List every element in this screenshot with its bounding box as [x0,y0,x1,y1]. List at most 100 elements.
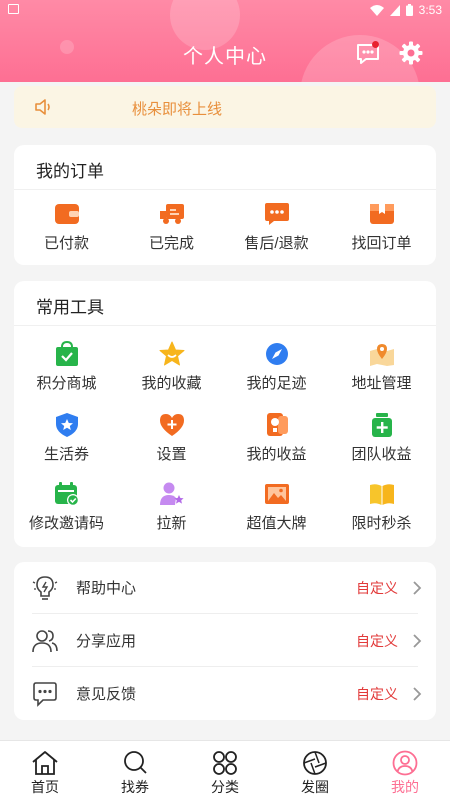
compass-icon [265,343,288,365]
tab-moments[interactable]: 发圈 [270,741,360,800]
shield-star-icon [55,413,78,437]
menu-help-center[interactable]: 帮助中心 自定义 [14,562,436,614]
aperture-icon [303,751,327,775]
tab-label: 我的 [391,779,419,795]
user-icon [392,750,418,776]
wallet-icon [54,204,79,224]
search-icon [124,751,147,774]
page-title: 个人中心 [183,46,267,68]
jar-plus-icon [371,413,392,437]
menu-feedback[interactable]: 意见反馈 自定义 [14,668,436,720]
tab-categories[interactable]: 分类 [180,741,270,800]
battery-icon [405,4,413,16]
tool-label: 拉新 [156,515,187,532]
tool-label: 设置 [156,446,187,463]
menu-label: 意见反馈 [76,686,137,703]
menu-value: 自定义 [356,686,398,702]
tab-mine[interactable]: 我的 [360,741,450,800]
order-after-sale[interactable]: 售后/退款 [224,201,329,253]
order-completed[interactable]: 已完成 [119,201,224,253]
divider [14,325,436,326]
tool-settings[interactable]: 设置 [119,412,224,464]
menu-label: 分享应用 [76,633,137,650]
map-pin-icon [369,344,394,366]
divider [14,189,436,190]
tool-label: 我的收藏 [141,375,202,392]
order-label: 售后/退款 [244,235,309,252]
status-bar: 3:53 [0,0,450,20]
tool-edit-invite-code[interactable]: 修改邀请码 [14,481,119,533]
chevron-right-icon [413,581,422,595]
tool-label: 团队收益 [351,446,412,463]
tool-label: 我的足迹 [246,375,307,392]
tools-card: 常用工具 积分商城 我的收藏 我的足迹 地址管理 生活券 设置 我的收益 团队收… [14,281,436,547]
tool-label: 超值大牌 [246,515,307,532]
divider [32,613,418,614]
order-label: 找回订单 [351,235,412,252]
tool-life-coupon[interactable]: 生活券 [14,412,119,464]
tool-my-earnings[interactable]: 我的收益 [224,412,329,464]
speaker-icon [35,99,50,115]
orders-title: 我的订单 [36,162,104,181]
box-icon [369,204,394,224]
tab-label: 找券 [121,779,149,795]
tool-label: 修改邀请码 [28,515,104,532]
heart-plus-icon [159,414,184,436]
home-icon [32,751,58,775]
order-paid[interactable]: 已付款 [14,201,119,253]
calendar-check-icon [54,482,79,506]
tool-points-mall[interactable]: 积分商城 [14,341,119,393]
category-icon [213,751,237,775]
menu-label: 帮助中心 [76,580,137,597]
order-label: 已付款 [43,235,89,252]
menu-share-app[interactable]: 分享应用 自定义 [14,615,436,667]
truck-icon [159,204,184,224]
status-time: 3:53 [418,3,442,17]
tab-label: 首页 [31,779,59,795]
tab-bar: 首页 找券 分类 发圈 我的 [0,740,450,800]
chat-dots-icon [264,203,289,225]
tab-find-coupons[interactable]: 找券 [90,741,180,800]
tool-label: 积分商城 [36,375,97,392]
menu-value: 自定义 [356,633,398,649]
picture-icon [264,484,289,504]
tool-invite-new[interactable]: 拉新 [119,481,224,533]
tab-home[interactable]: 首页 [0,741,90,800]
tool-label: 地址管理 [351,375,412,392]
divider [32,666,418,667]
gear-icon[interactable] [398,40,424,66]
coin-card-icon [266,413,288,436]
tab-label: 发圈 [301,779,329,795]
menu-list: 帮助中心 自定义 分享应用 自定义 意见反馈 自定义 [14,562,436,720]
feedback-icon [33,682,57,707]
menu-value: 自定义 [356,580,398,596]
book-icon [369,484,394,505]
tool-team-earnings[interactable]: 团队收益 [329,412,434,464]
header: 3:53 个人中心 [0,0,450,82]
notice-bar[interactable]: 桃朵即将上线 [14,86,436,128]
tools-title: 常用工具 [36,298,104,317]
wifi-icon [369,4,384,16]
orders-card: 我的订单 已付款 已完成 售后/退款 找回订单 [14,145,436,265]
tool-footprints[interactable]: 我的足迹 [224,341,329,393]
tool-favorites[interactable]: 我的收藏 [119,341,224,393]
people-icon [32,630,58,653]
user-star-icon [159,482,184,505]
chevron-right-icon [413,687,422,701]
star-icon [159,341,184,366]
order-label: 已完成 [148,235,194,252]
chevron-right-icon [413,634,422,648]
signal-icon [389,4,400,16]
tool-label: 限时秒杀 [351,515,412,532]
tool-address[interactable]: 地址管理 [329,341,434,393]
image-notification-icon [8,4,19,14]
unread-dot [372,41,379,48]
tool-label: 我的收益 [246,446,307,463]
tab-label: 分类 [211,779,239,795]
order-recover[interactable]: 找回订单 [329,201,434,253]
tool-flash-sale[interactable]: 限时秒杀 [329,481,434,533]
bulb-icon [32,576,58,600]
notice-text: 桃朵即将上线 [132,101,223,118]
tool-big-brands[interactable]: 超值大牌 [224,481,329,533]
shopping-bag-icon [55,341,78,366]
